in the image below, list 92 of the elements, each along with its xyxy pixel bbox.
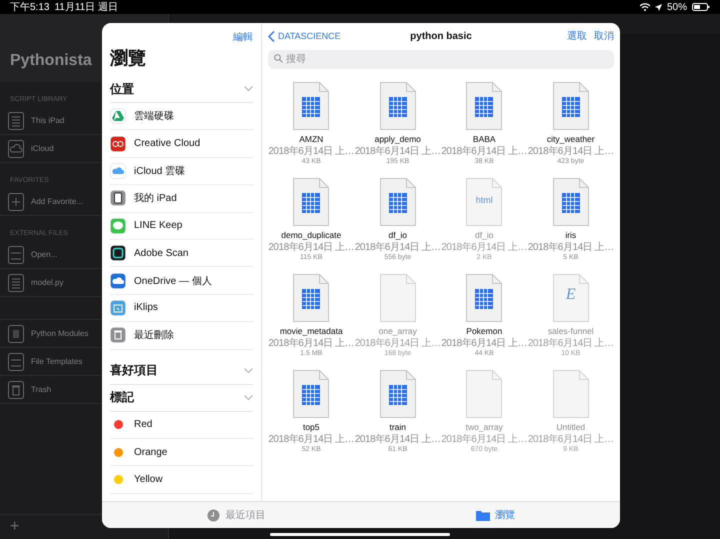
ipad-icon (110, 190, 126, 206)
battery-icon (692, 3, 710, 11)
cloud-icon (8, 140, 24, 158)
file-name: one_array (378, 326, 417, 336)
file-date: 2018年6月14日 上… (528, 240, 614, 254)
chevron-down-icon (244, 368, 253, 374)
location-arrow-icon (654, 4, 662, 10)
chevron-left-icon (268, 30, 275, 42)
file-date: 2018年6月14日 上… (528, 432, 614, 446)
icloud-icon (110, 162, 126, 179)
location-item[interactable]: Adobe Scan (110, 240, 253, 268)
file-preview-label: E (564, 286, 577, 304)
scan-icon (110, 245, 126, 262)
search-field[interactable]: 搜尋 (268, 50, 614, 69)
section-header[interactable]: 位置 (110, 76, 253, 103)
file-name: movie_metadata (280, 326, 343, 336)
browse-title: 瀏覽 (110, 47, 147, 70)
file-name: train (389, 422, 406, 432)
file-icon[interactable] (293, 370, 330, 418)
creative-icon (110, 136, 126, 152)
file-name: BABA (472, 134, 496, 144)
status-time: 下午5:13 (10, 1, 50, 14)
back-link[interactable]: DATASCIENCE (268, 30, 341, 42)
file-date: 2018年6月14日 上… (268, 240, 354, 254)
status-date: 11月11日 週日 (54, 1, 118, 14)
file-icon[interactable] (293, 274, 330, 322)
location-item[interactable]: iKlips (110, 294, 253, 322)
edit-link[interactable]: 編輯 (233, 30, 253, 42)
location-item[interactable]: 雲端硬碟 (110, 103, 253, 130)
section-header[interactable]: 標記 (110, 384, 253, 412)
add-icon (8, 192, 24, 210)
file-name: df_io (475, 230, 494, 240)
file-icon[interactable] (380, 82, 416, 130)
chevron-down-icon (244, 394, 253, 401)
file-name: AMZN (299, 134, 324, 144)
file-date: 2018年6月14日 上… (268, 432, 354, 446)
tag-item[interactable]: Red (110, 412, 253, 439)
file-icon[interactable] (466, 82, 502, 130)
file-date: 2018年6月14日 上… (354, 432, 441, 446)
file-date: 2018年6月14日 上… (354, 240, 441, 254)
file-name: top5 (302, 422, 320, 432)
file-name: Pokemon (466, 326, 502, 336)
tag-item[interactable]: Orange (110, 438, 253, 466)
location-item[interactable]: 我的 iPad (110, 185, 253, 213)
file-name: sales-funnel (548, 326, 594, 336)
file-name: two_array (466, 422, 503, 432)
drive-icon (110, 108, 126, 124)
file-date: 2018年6月14日 上… (528, 336, 614, 350)
file-date: 2018年6月14日 上… (441, 144, 528, 158)
trash-icon (110, 327, 126, 344)
file-date: 2018年6月14日 上… (268, 144, 354, 158)
select-link[interactable]: 選取 (567, 29, 587, 43)
file-name: city_weather (546, 134, 595, 144)
location-item[interactable]: 最近刪除 (110, 322, 253, 350)
file-icon[interactable] (552, 82, 589, 130)
file-date: 2018年6月14日 上… (268, 336, 354, 350)
battery-percent: 50% (666, 2, 687, 12)
file-icon[interactable] (380, 370, 416, 418)
file-icon[interactable] (466, 274, 502, 322)
file-name: apply_demo (374, 134, 421, 144)
file-date: 2018年6月14日 上… (441, 240, 528, 254)
file-icon[interactable] (380, 178, 416, 226)
wifi-icon (640, 3, 650, 11)
folder-title: python basic (410, 30, 472, 42)
file-icon (8, 274, 24, 292)
trash-icon (8, 380, 24, 398)
file-date: 2018年6月14日 上… (441, 336, 528, 350)
iklips-icon (110, 300, 126, 316)
location-item[interactable]: LINE Keep (110, 212, 253, 240)
file-name: df_io (388, 230, 407, 240)
location-item[interactable]: Creative Cloud (110, 130, 253, 158)
tab-item[interactable]: 瀏覽 (476, 508, 515, 522)
file-icon[interactable] (293, 178, 330, 226)
cancel-link[interactable]: 取消 (594, 29, 614, 43)
clock-icon (207, 508, 220, 522)
tag-item[interactable]: Yellow (110, 466, 253, 494)
location-item[interactable]: iCloud 雲碟 (110, 158, 253, 186)
file-name: demo_duplicate (281, 230, 342, 240)
section-header[interactable]: 喜好項目 (110, 358, 253, 385)
file-icon[interactable] (293, 82, 330, 130)
file-date: 2018年6月14日 上… (354, 336, 441, 350)
file-name: iris (565, 230, 576, 240)
file-icon[interactable] (552, 178, 589, 226)
file-date: 2018年6月14日 上… (528, 144, 614, 158)
onedrive-icon (110, 272, 126, 289)
chevron-down-icon (244, 86, 253, 92)
search-icon (274, 54, 283, 63)
file-preview-label: html (474, 195, 494, 205)
location-item[interactable]: OneDrive — 個人 (110, 267, 253, 295)
file-date: 2018年6月14日 上… (441, 432, 528, 446)
file-name: Untitled (556, 422, 586, 432)
file-date: 2018年6月14日 上… (354, 144, 441, 158)
